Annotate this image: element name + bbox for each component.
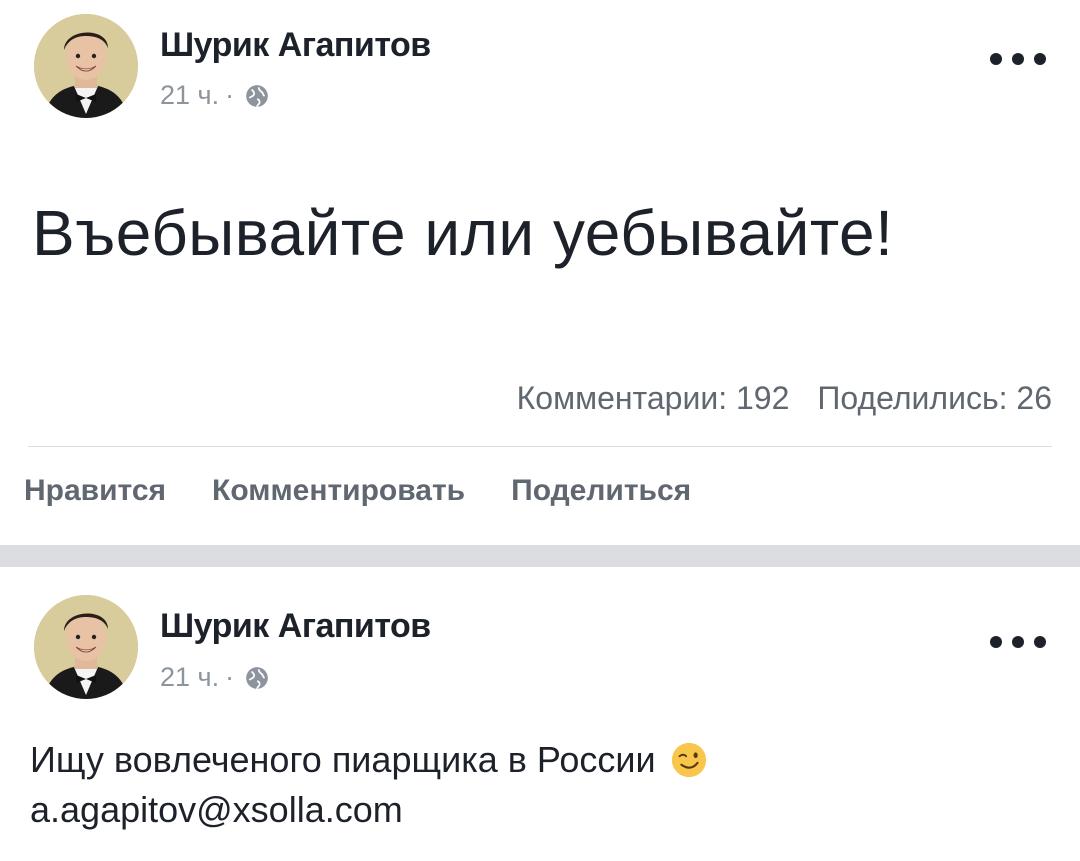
author-name[interactable]: Шурик Агапитов: [160, 26, 431, 65]
more-dot: [990, 636, 1002, 648]
more-options-button[interactable]: [990, 44, 1046, 74]
feed-post: Шурик Агапитов 21 ч. · Ищу вовлеченого п…: [0, 567, 1080, 861]
post-time[interactable]: 21 ч.: [160, 662, 219, 693]
post-time[interactable]: 21 ч.: [160, 80, 219, 111]
more-dot: [1034, 53, 1046, 65]
post-stats: Комментарии: 192 Поделились: 26: [517, 380, 1052, 417]
comments-count[interactable]: Комментарии: 192: [517, 380, 790, 417]
divider: [28, 446, 1052, 447]
avatar-photo: [34, 14, 138, 118]
meta-separator: ·: [225, 662, 235, 692]
shares-count[interactable]: Поделились: 26: [817, 380, 1052, 417]
comment-button[interactable]: Комментировать: [212, 474, 465, 508]
like-button[interactable]: Нравится: [24, 474, 166, 508]
meta-separator: ·: [225, 80, 235, 110]
post-text-main: Ищу вовлеченого пиарщика в России: [30, 739, 656, 780]
post-meta: 21 ч. ·: [160, 662, 270, 693]
feed-separator: [0, 545, 1080, 567]
avatar[interactable]: [34, 595, 138, 699]
avatar-photo: [34, 595, 138, 699]
more-options-button[interactable]: [990, 627, 1046, 657]
post-text-line: a.agapitov@xsolla.com: [30, 785, 708, 835]
more-dot: [1012, 636, 1024, 648]
wink-icon: [671, 742, 706, 778]
globe-icon: [246, 666, 268, 689]
post-text-line: Ищу вовлеченого пиарщика в России: [30, 735, 708, 785]
post-text: Ищу вовлеченого пиарщика в России a.agap…: [30, 735, 708, 835]
post-meta: 21 ч. ·: [160, 80, 270, 111]
author-name[interactable]: Шурик Агапитов: [160, 607, 431, 646]
more-dot: [1034, 636, 1046, 648]
globe-icon: [246, 84, 268, 107]
more-dot: [1012, 53, 1024, 65]
post-actions: Нравится Комментировать Поделиться: [24, 474, 691, 508]
more-dot: [990, 53, 1002, 65]
share-button[interactable]: Поделиться: [511, 474, 691, 508]
email-link[interactable]: a.agapitov@xsolla.com: [30, 785, 403, 835]
feed-post: Шурик Агапитов 21 ч. · Въебывайте или уе…: [0, 0, 1080, 545]
post-text: Въебывайте или уебывайте!: [32, 197, 894, 269]
avatar[interactable]: [34, 14, 138, 118]
